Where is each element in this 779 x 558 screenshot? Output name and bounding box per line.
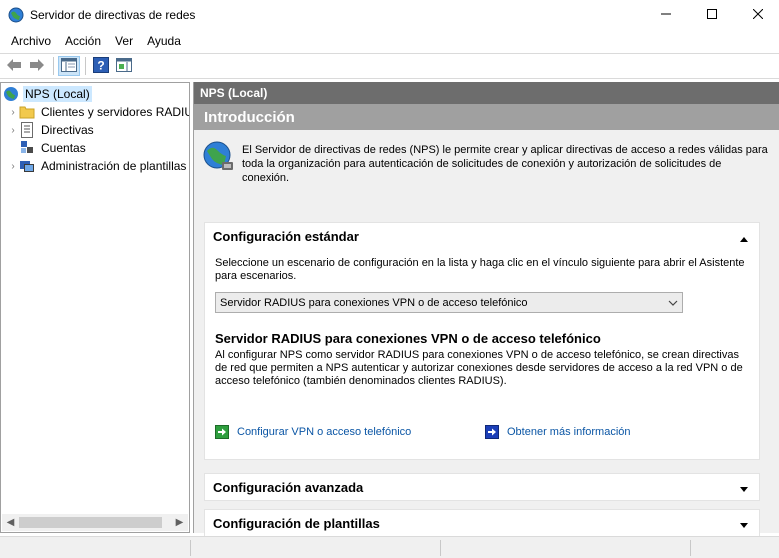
window-title: Servidor de directivas de redes	[30, 8, 196, 22]
details-content: Introducción El Servidor de directivas d…	[194, 104, 779, 537]
menu-archivo[interactable]: Archivo	[4, 34, 58, 48]
advanced-configuration-header[interactable]: Configuración avanzada	[205, 474, 759, 500]
action-pane-button[interactable]	[113, 56, 135, 76]
tree-item-label: Administración de plantillas	[41, 159, 187, 173]
expand-chevron-icon[interactable]: ›	[7, 161, 19, 172]
intro-block: El Servidor de directivas de redes (NPS)…	[202, 140, 768, 185]
scenario-title: Servidor RADIUS para conexiones VPN o de…	[215, 331, 601, 346]
nps-large-globe-icon	[202, 140, 236, 174]
forward-button[interactable]	[26, 56, 48, 76]
tree-item-label: Clientes y servidores RADIUS	[41, 105, 190, 119]
standard-description: Seleccione un escenario de configuración…	[215, 257, 745, 282]
maximize-button[interactable]	[689, 0, 735, 30]
console-tree[interactable]: NPS (Local) › Clientes y servidores RADI…	[0, 82, 190, 533]
menu-accion[interactable]: Acción	[58, 34, 108, 48]
svg-text:?: ?	[97, 58, 104, 72]
details-pane: NPS (Local) Introducción El Servidor de …	[193, 82, 779, 537]
close-icon	[752, 8, 764, 22]
expand-chevron-icon[interactable]	[739, 518, 749, 533]
folder-icon	[19, 104, 35, 120]
standard-configuration-header[interactable]: Configuración estándar	[205, 223, 759, 249]
tree-item-nps-local[interactable]: NPS (Local)	[3, 85, 92, 103]
section-title: Configuración avanzada	[213, 479, 364, 495]
section-title: Configuración de plantillas	[213, 515, 380, 531]
help-button[interactable]: ?	[90, 56, 112, 76]
toolbar-separator	[85, 57, 86, 75]
minimize-icon	[661, 8, 671, 22]
maximize-icon	[707, 8, 717, 22]
status-bar	[0, 536, 779, 558]
intro-title: Introducción	[194, 104, 779, 130]
tree-item-radius-clients[interactable]: › Clientes y servidores RADIUS	[7, 103, 190, 121]
configure-vpn-link[interactable]: Configurar VPN o acceso telefónico	[215, 425, 411, 439]
accounting-icon	[19, 140, 35, 156]
standard-configuration-section: Configuración estándar Seleccione un esc…	[204, 222, 760, 460]
more-info-link-text[interactable]: Obtener más información	[507, 426, 631, 438]
scenario-select[interactable]: Servidor RADIUS para conexiones VPN o de…	[215, 292, 683, 313]
scroll-right-icon[interactable]: ▶	[171, 514, 188, 531]
templates-configuration-section[interactable]: Configuración de plantillas	[204, 509, 760, 537]
close-button[interactable]	[735, 0, 779, 30]
help-icon: ?	[93, 56, 109, 76]
tree-item-plantillas[interactable]: › Administración de plantillas	[7, 157, 188, 175]
status-divider	[440, 540, 441, 556]
nps-globe-icon	[3, 86, 19, 102]
section-title: Configuración estándar	[213, 228, 359, 244]
templates-icon	[19, 158, 35, 174]
more-info-link[interactable]: Obtener más información	[485, 425, 631, 439]
advanced-configuration-section[interactable]: Configuración avanzada	[204, 473, 760, 501]
tree-item-label: Cuentas	[41, 141, 86, 155]
back-arrow-icon	[6, 58, 22, 75]
menu-ayuda[interactable]: Ayuda	[140, 34, 188, 48]
menu-ver[interactable]: Ver	[108, 34, 140, 48]
blue-arrow-icon	[485, 425, 499, 439]
scroll-thumb[interactable]	[19, 517, 162, 528]
collapse-chevron-icon[interactable]	[739, 231, 749, 246]
intro-text: El Servidor de directivas de redes (NPS)…	[242, 144, 768, 184]
scroll-track[interactable]	[19, 514, 171, 531]
show-console-tree-button[interactable]	[58, 56, 80, 76]
tree-item-directivas[interactable]: › Directivas	[7, 121, 96, 139]
action-pane-icon	[116, 57, 132, 75]
expand-chevron-icon[interactable]	[739, 482, 749, 497]
tree-horizontal-scrollbar[interactable]: ◀ ▶	[2, 514, 188, 531]
tree-item-cuentas[interactable]: Cuentas	[7, 139, 88, 157]
configure-vpn-link-text[interactable]: Configurar VPN o acceso telefónico	[237, 426, 411, 438]
toolbar-separator	[53, 57, 54, 75]
expand-chevron-icon[interactable]: ›	[7, 107, 19, 118]
minimize-button[interactable]	[643, 0, 689, 30]
status-divider	[690, 540, 691, 556]
menu-bar: Archivo Acción Ver Ayuda	[0, 30, 779, 52]
forward-arrow-icon	[29, 58, 45, 75]
chevron-down-icon	[668, 298, 678, 310]
scenario-links: Configurar VPN o acceso telefónico Obten…	[215, 425, 751, 443]
status-divider	[190, 540, 191, 556]
toolbar: ?	[0, 53, 779, 79]
scenario-description: Al configurar NPS como servidor RADIUS p…	[215, 349, 743, 387]
back-button[interactable]	[3, 56, 25, 76]
scroll-left-icon[interactable]: ◀	[2, 514, 19, 531]
scenario-select-value: Servidor RADIUS para conexiones VPN o de…	[220, 296, 528, 309]
green-arrow-icon	[215, 425, 229, 439]
tree-item-label: NPS (Local)	[23, 86, 92, 102]
tree-item-label: Directivas	[41, 123, 94, 137]
templates-configuration-header[interactable]: Configuración de plantillas	[205, 510, 759, 536]
show-console-tree-icon	[61, 57, 77, 75]
expand-chevron-icon[interactable]: ›	[7, 125, 19, 136]
nps-globe-icon	[8, 7, 24, 23]
details-header: NPS (Local)	[194, 82, 779, 104]
policy-document-icon	[19, 122, 35, 138]
